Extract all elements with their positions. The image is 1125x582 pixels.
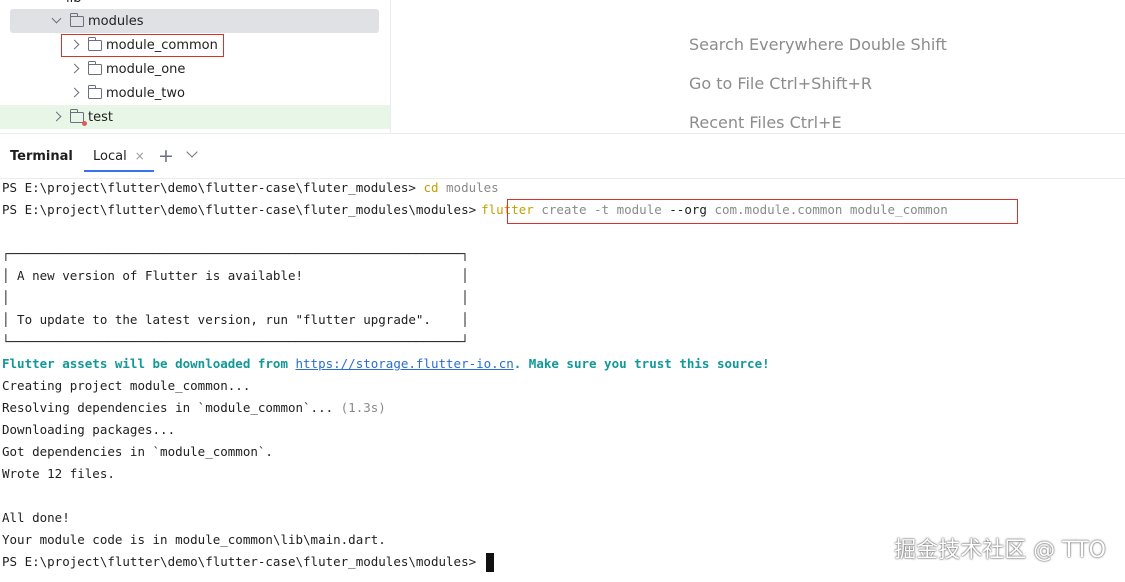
command-name: cd bbox=[423, 180, 439, 195]
command-args: modules bbox=[438, 180, 499, 195]
tab-local[interactable]: Local × bbox=[84, 142, 154, 172]
tab-label: Local bbox=[93, 148, 127, 164]
elapsed-time: (1.3s) bbox=[340, 400, 386, 415]
tree-item-label: lib bbox=[66, 0, 81, 6]
tree-item-label: modules bbox=[88, 13, 144, 29]
annotation-highlight-box bbox=[507, 199, 1018, 224]
terminal-line: Wrote 12 files. bbox=[2, 466, 115, 481]
notice-box-message: │ A new version of Flutter is available!… bbox=[2, 268, 469, 283]
terminal-input-line[interactable]: PS E:\project\flutter\demo\flutter-case\… bbox=[2, 553, 494, 572]
terminal-line: Downloading packages... bbox=[2, 422, 176, 437]
assets-notice: Flutter assets will be downloaded from bbox=[2, 356, 296, 371]
chevron-right-icon[interactable] bbox=[68, 62, 82, 76]
tree-item-label: module_one bbox=[106, 61, 186, 77]
notice-box-blank: │ │ bbox=[2, 290, 469, 305]
notice-box-border: └───────────────────────────────────────… bbox=[2, 334, 469, 349]
terminal-line: PS E:\project\flutter\demo\flutter-case\… bbox=[2, 179, 499, 197]
hint-search-everywhere: Search Everywhere Double Shift bbox=[689, 35, 947, 54]
chevron-right-icon[interactable] bbox=[50, 110, 64, 124]
prompt: PS E:\project\flutter\demo\flutter-case\… bbox=[2, 180, 424, 195]
terminal-tab-bar: Terminal Local × + bbox=[0, 133, 1125, 179]
terminal-line: All done! bbox=[2, 510, 70, 525]
tree-item-modules[interactable]: modules bbox=[10, 9, 379, 33]
project-tree: lib modules module_common module_one mod… bbox=[0, 0, 391, 133]
hint-go-to-file: Go to File Ctrl+Shift+R bbox=[689, 74, 873, 93]
folder-icon bbox=[69, 12, 84, 27]
prompt: PS E:\project\flutter\demo\flutter-case\… bbox=[2, 554, 484, 569]
terminal-line: Resolving dependencies in `module_common… bbox=[2, 399, 386, 417]
prompt: PS E:\project\flutter\demo\flutter-case\… bbox=[2, 202, 477, 217]
notice-box-border: ┌───────────────────────────────────────… bbox=[2, 246, 469, 261]
tree-item-module-two[interactable]: module_two bbox=[0, 81, 390, 105]
editor-empty-state: Search Everywhere Double Shift Go to Fil… bbox=[392, 0, 1125, 133]
hint-recent-files: Recent Files Ctrl+E bbox=[689, 113, 842, 132]
assets-notice: . Make sure you trust this source! bbox=[513, 356, 770, 371]
chevron-down-icon[interactable] bbox=[50, 14, 64, 28]
test-folder-icon bbox=[69, 108, 87, 126]
tree-item-label: test bbox=[88, 109, 113, 125]
storage-link[interactable]: https://storage.flutter-io.cn bbox=[296, 356, 514, 371]
chevron-down-icon[interactable] bbox=[188, 150, 197, 159]
close-icon[interactable]: × bbox=[135, 149, 145, 163]
watermark: 掘金技术社区 @ TTO bbox=[894, 538, 1106, 563]
annotation-highlight-box bbox=[61, 34, 224, 57]
folder-icon bbox=[87, 84, 102, 99]
output-text: Resolving dependencies in `module_common… bbox=[2, 400, 341, 415]
terminal-output[interactable]: PS E:\project\flutter\demo\flutter-case\… bbox=[0, 179, 1125, 582]
notice-box-message: │ To update to the latest version, run "… bbox=[2, 312, 469, 327]
terminal-line: Your module code is in module_common\lib… bbox=[2, 532, 386, 547]
folder-icon bbox=[87, 60, 102, 75]
text-cursor bbox=[485, 553, 494, 572]
terminal-line: Creating project module_common... bbox=[2, 378, 251, 393]
chevron-right-icon[interactable] bbox=[68, 86, 82, 100]
tree-item-module-one[interactable]: module_one bbox=[0, 57, 390, 81]
terminal-line: Flutter assets will be downloaded from h… bbox=[2, 355, 770, 373]
add-tab-icon[interactable]: + bbox=[158, 145, 174, 167]
tree-item-test[interactable]: test bbox=[0, 105, 390, 129]
terminal-title: Terminal bbox=[10, 149, 73, 164]
terminal-line: Got dependencies in `module_common`. bbox=[2, 444, 273, 459]
tree-item-label: module_two bbox=[106, 85, 185, 101]
